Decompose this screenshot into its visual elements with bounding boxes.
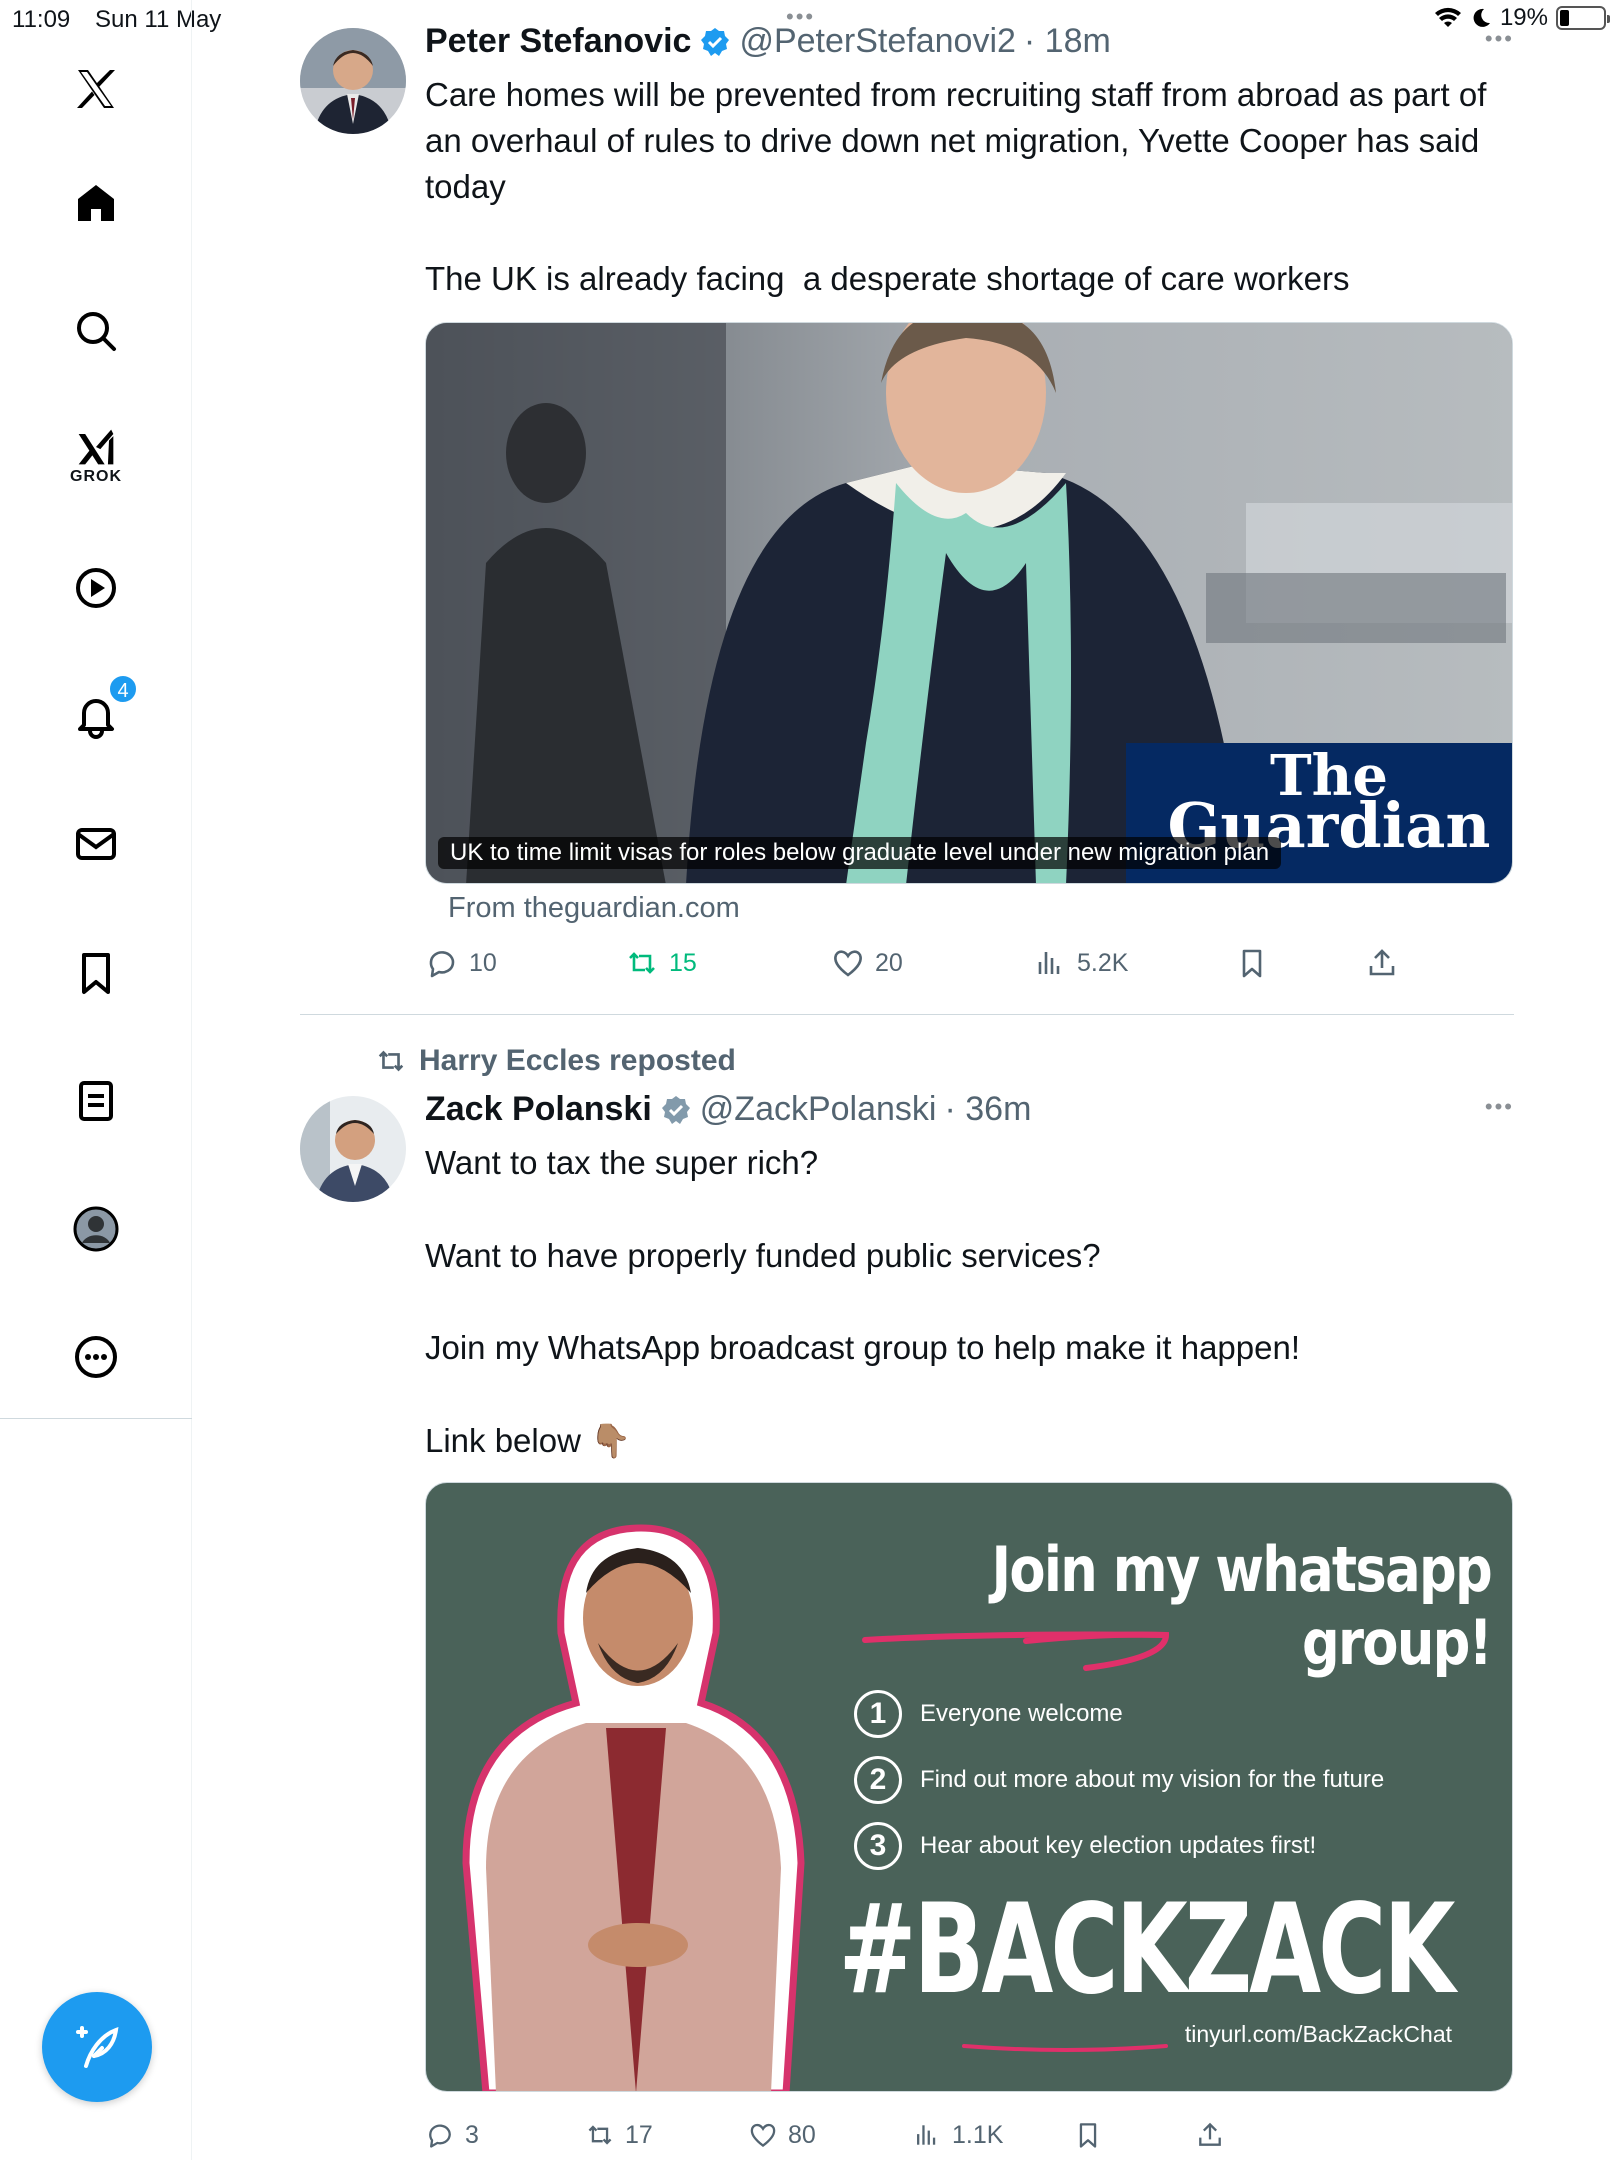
reply-count: 3 [465,2120,479,2149]
campaign-url: tinyurl.com/BackZackChat [1184,2021,1452,2047]
tweet-text: Want to tax the super rich? Want to have… [425,1140,1505,1464]
repost-button[interactable]: 15 [625,946,697,980]
reply-button[interactable]: 10 [425,946,497,980]
tweet-time[interactable]: · 36m [945,1090,1032,1129]
search-icon[interactable] [63,298,129,364]
grok-icon[interactable]: GROK [63,424,129,490]
tweet-divider [300,1014,1514,1015]
bookmarks-icon[interactable] [63,940,129,1006]
notification-badge: 4 [108,674,138,704]
compose-button[interactable] [42,1992,152,2102]
reply-count: 10 [469,948,497,977]
compose-icon [76,2026,119,2068]
card-caption: UK to time limit visas for roles below g… [438,837,1282,869]
reply-button[interactable]: 3 [425,2120,479,2150]
avatar[interactable] [300,1096,406,1202]
battery-icon [1556,6,1610,30]
tweet[interactable]: Zack Polanski @ZackPolanski · 36m ••• Wa… [300,1060,1514,2160]
author-name[interactable]: Peter Stefanovic [425,22,691,61]
sidebar: GROK 4 [0,0,192,2160]
tweet-actions: 3 17 80 1.1K [425,2120,1425,2160]
repost-count: 15 [669,948,697,977]
tweet-more-icon[interactable]: ••• [1485,26,1514,52]
author-handle[interactable]: @PeterStefanovi2 [739,22,1015,61]
verified-badge-icon [701,27,730,56]
video-icon[interactable] [63,555,129,621]
bookmark-button[interactable] [1235,946,1269,980]
tweet-actions: 10 15 20 5.2K [425,946,1425,990]
tweet-header: Peter Stefanovic @PeterStefanovi2 · 18m [425,22,1111,61]
repost-button[interactable]: 17 [585,2120,653,2150]
campaign-points: 1 Everyone welcome 2 Find out more about… [854,1681,1384,1879]
avatar[interactable] [300,28,406,134]
notifications-icon[interactable]: 4 [63,674,138,748]
profile-icon[interactable] [63,1196,129,1262]
tweet[interactable]: Peter Stefanovic @PeterStefanovi2 · 18m … [300,0,1514,1014]
reply-icon [429,951,455,978]
point-text: Everyone welcome [920,1700,1123,1727]
more-icon[interactable] [63,1324,129,1390]
repost-icon [629,952,655,974]
tweet-image[interactable]: Join my whatsapp group! 1 Everyone welco… [425,1482,1513,2092]
like-count: 80 [788,2120,816,2149]
pointing-down-emoji: 👇🏽 [590,1421,632,1459]
x-logo-icon[interactable] [63,56,129,122]
tweet-body: Want to tax the super rich? Want to have… [425,1144,1300,1459]
view-count: 1.1K [952,2120,1004,2149]
point-text: Hear about key election updates first! [920,1832,1317,1859]
home-icon[interactable] [63,170,129,236]
bookmark-icon [1079,2123,1097,2148]
campaign-point: 1 Everyone welcome [854,1681,1384,1747]
point-number: 1 [854,1690,902,1738]
views-icon [1038,952,1060,974]
campaign-point: 3 Hear about key election updates first! [854,1813,1384,1879]
link-card[interactable]: The Guardian UK to time limit visas for … [425,322,1513,884]
view-count: 5.2K [1077,948,1129,977]
tweet-more-icon[interactable]: ••• [1485,1094,1514,1120]
views-button[interactable]: 1.1K [912,2120,1003,2150]
author-name[interactable]: Zack Polanski [425,1090,652,1129]
tweet-time[interactable]: · 18m [1024,22,1111,61]
heart-icon [750,2123,776,2148]
repost-count: 17 [625,2120,653,2149]
point-text: Find out more about my vision for the fu… [920,1766,1385,1793]
lists-icon[interactable] [63,1068,129,1134]
grok-label: GROK [70,468,122,485]
like-count: 20 [875,948,903,977]
views-button[interactable]: 5.2K [1033,946,1128,980]
point-number: 3 [854,1822,902,1870]
card-source[interactable]: From theguardian.com [448,892,740,925]
sidebar-divider [0,1418,192,1419]
share-button[interactable] [1365,946,1399,980]
heart-icon [834,950,862,977]
bookmark-icon [1242,949,1262,978]
views-icon [917,2125,936,2145]
share-icon [1369,949,1395,976]
campaign-headline: Join my whatsapp group! [991,1533,1493,1679]
like-button[interactable]: 80 [748,2120,816,2150]
verified-badge-icon [661,1095,690,1124]
reply-icon [429,2124,451,2148]
like-button[interactable]: 20 [831,946,903,980]
tweet-text: Care homes will be prevented from recrui… [425,76,1487,297]
share-button[interactable] [1195,2120,1225,2150]
repost-icon [588,2125,612,2145]
messages-icon[interactable] [63,811,129,877]
campaign-point: 2 Find out more about my vision for the … [854,1747,1384,1813]
campaign-hashtag: #BACKZACK [838,1878,1455,2022]
guardian-logo: The Guardian [1154,748,1504,857]
bookmark-button[interactable] [1073,2120,1103,2150]
author-handle[interactable]: @ZackPolanski [700,1090,937,1129]
point-number: 2 [854,1756,902,1804]
tweet-header: Zack Polanski @ZackPolanski · 36m [425,1090,1031,1129]
share-icon [1199,2122,1221,2146]
